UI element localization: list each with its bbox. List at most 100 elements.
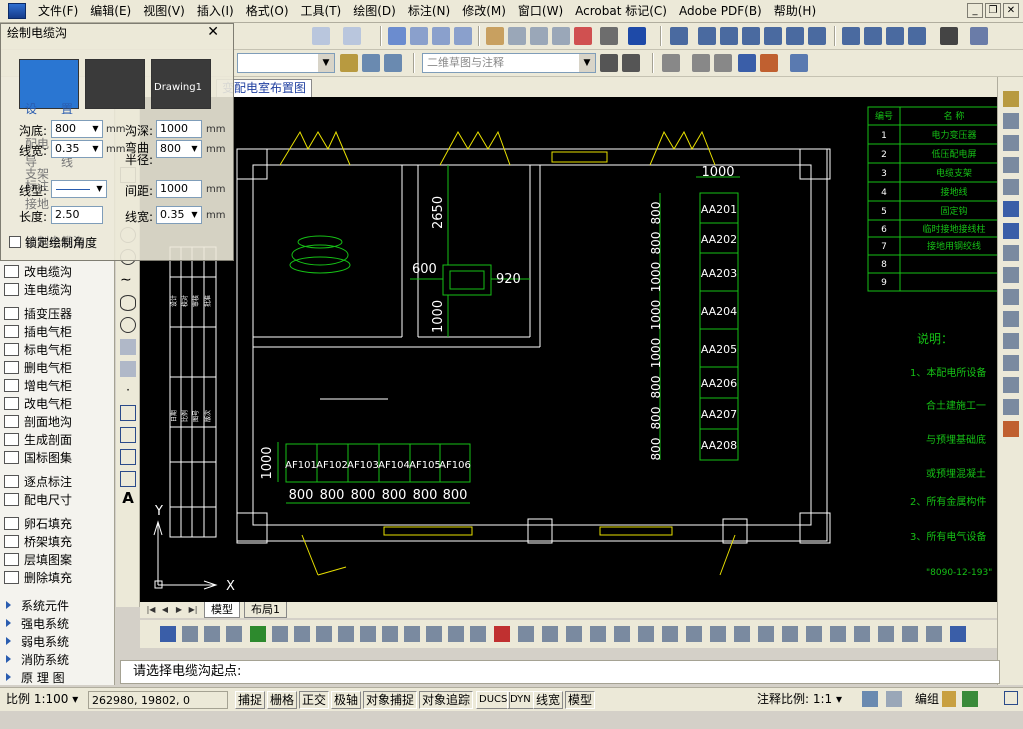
snap-endpoint-icon[interactable] bbox=[182, 626, 198, 642]
snap-grid-icon[interactable] bbox=[614, 626, 630, 642]
make-block-icon[interactable] bbox=[120, 361, 136, 377]
zoom-window-icon[interactable] bbox=[432, 27, 450, 45]
layer-properties-icon[interactable] bbox=[340, 54, 358, 72]
menu-edit[interactable]: 编辑(E) bbox=[84, 0, 137, 23]
snap-layout-icon[interactable] bbox=[854, 626, 870, 642]
line-width2-input[interactable]: 0.35 ▼ bbox=[156, 206, 202, 224]
panel-item-tray-fill[interactable]: 桥架填充 bbox=[4, 532, 72, 550]
polar-toggle[interactable]: 极轴 bbox=[331, 691, 362, 709]
fillet-icon[interactable] bbox=[1003, 399, 1019, 415]
depth-input[interactable]: 1000 bbox=[156, 120, 202, 138]
bottom-view-icon[interactable] bbox=[720, 27, 738, 45]
back-view-icon[interactable] bbox=[808, 27, 826, 45]
tray-settings-icon[interactable] bbox=[962, 691, 978, 707]
panel-item-modify-trench[interactable]: 改电缆沟 bbox=[4, 262, 72, 280]
top-view-icon[interactable] bbox=[698, 27, 716, 45]
close-button[interactable]: ✕ bbox=[1003, 3, 1019, 18]
camera-icon[interactable] bbox=[940, 27, 958, 45]
drawing-canvas[interactable]: 设计 校对 审核 批准 日期 比例 图号 版次 2650 600 920 100… bbox=[140, 97, 997, 602]
snap-field-icon[interactable] bbox=[686, 626, 702, 642]
lock-angle-checkbox[interactable] bbox=[9, 236, 21, 248]
zoom-realtime-icon[interactable] bbox=[410, 27, 428, 45]
help-icon[interactable] bbox=[628, 27, 646, 45]
menu-dimension[interactable]: 标注(N) bbox=[402, 0, 456, 23]
length-input[interactable]: 2.50 bbox=[51, 206, 103, 224]
snap-center-icon[interactable] bbox=[272, 626, 288, 642]
sheet-set-icon[interactable] bbox=[552, 27, 570, 45]
conceptual-icon[interactable] bbox=[760, 54, 778, 72]
erase-icon[interactable] bbox=[1003, 91, 1019, 107]
ellipse-arc-icon[interactable] bbox=[120, 317, 136, 333]
line-width-input[interactable]: 0.35 ▼ bbox=[51, 140, 103, 158]
restore-button[interactable]: ❐ bbox=[985, 3, 1001, 18]
mirror-icon[interactable] bbox=[1003, 135, 1019, 151]
snap-line-icon[interactable] bbox=[566, 626, 582, 642]
snap-image-icon[interactable] bbox=[782, 626, 798, 642]
panel-item-insert-cabinet[interactable]: 插电气柜 bbox=[4, 322, 72, 340]
snap-temp-track-icon[interactable] bbox=[518, 626, 534, 642]
scale-selector[interactable]: 比例 1:100 ▾ bbox=[6, 691, 78, 709]
menu-modify[interactable]: 修改(M) bbox=[456, 0, 512, 23]
bottom-width-input[interactable]: 800 ▼ bbox=[51, 120, 103, 138]
panel-item-section-trench[interactable]: 剖面地沟 bbox=[4, 412, 72, 430]
3d-wireframe-icon[interactable] bbox=[692, 54, 710, 72]
visual-styles-icon[interactable] bbox=[790, 54, 808, 72]
snap-publish-icon[interactable] bbox=[878, 626, 894, 642]
snap-node-icon[interactable] bbox=[404, 626, 420, 642]
rotate-icon[interactable] bbox=[1003, 223, 1019, 239]
pan-icon[interactable] bbox=[388, 27, 406, 45]
section-schematic[interactable]: 原 理 图 bbox=[6, 668, 65, 686]
trim-icon[interactable] bbox=[1003, 289, 1019, 305]
region-icon[interactable] bbox=[120, 449, 136, 465]
join-icon[interactable] bbox=[1003, 355, 1019, 371]
menu-tools[interactable]: 工具(T) bbox=[295, 0, 348, 23]
snap-from-icon[interactable] bbox=[160, 626, 176, 642]
panel-item-dist-dimension[interactable]: 配电尺寸 bbox=[4, 490, 72, 508]
snap-settings-icon[interactable] bbox=[494, 626, 510, 642]
insert-block-icon[interactable] bbox=[120, 339, 136, 355]
workspace-combo[interactable]: 二维草图与注释 ▼ bbox=[422, 53, 596, 73]
snap-stack-icon[interactable] bbox=[590, 626, 606, 642]
menu-draw[interactable]: 绘图(D) bbox=[347, 0, 402, 23]
snap-apparent-icon[interactable] bbox=[448, 626, 464, 642]
menu-help[interactable]: 帮助(H) bbox=[768, 0, 822, 23]
undo-icon[interactable] bbox=[312, 27, 330, 45]
panel-item-generate-section[interactable]: 生成剖面 bbox=[4, 430, 72, 448]
panel-item-layer-fill[interactable]: 层填图案 bbox=[4, 550, 72, 568]
section-fire-system[interactable]: 消防系统 bbox=[6, 650, 69, 668]
point-icon[interactable]: · bbox=[120, 383, 136, 399]
annotation-visibility-icon[interactable] bbox=[862, 691, 878, 707]
snap-midpoint-icon[interactable] bbox=[204, 626, 220, 642]
view-icon[interactable] bbox=[670, 27, 688, 45]
scale-icon[interactable] bbox=[1003, 245, 1019, 261]
explode-icon[interactable] bbox=[1003, 421, 1019, 437]
menu-adobe-pdf[interactable]: Adobe PDF(B) bbox=[673, 0, 768, 23]
realistic-icon[interactable] bbox=[738, 54, 756, 72]
command-line[interactable]: 请选择电缆沟起点: bbox=[120, 660, 1000, 684]
snap-nearest-icon[interactable] bbox=[426, 626, 442, 642]
dyn-toggle[interactable]: DYN bbox=[507, 691, 534, 709]
make-current-icon[interactable] bbox=[384, 54, 402, 72]
properties-icon[interactable] bbox=[486, 27, 504, 45]
minimize-button[interactable]: _ bbox=[967, 3, 983, 18]
trench-style-thumb-3[interactable]: Drawing1 bbox=[151, 59, 211, 109]
se-iso-icon[interactable] bbox=[864, 27, 882, 45]
snap-hyperlink-icon[interactable] bbox=[830, 626, 846, 642]
lineweight-toggle[interactable]: 线宽 bbox=[533, 691, 564, 709]
snap-toggle[interactable]: 捕捉 bbox=[235, 691, 266, 709]
snap-tangent-icon[interactable] bbox=[316, 626, 332, 642]
grid-toggle[interactable]: 栅格 bbox=[267, 691, 298, 709]
break-icon[interactable] bbox=[1003, 333, 1019, 349]
panel-item-delete-fill[interactable]: 删除填充 bbox=[4, 568, 72, 586]
menu-file[interactable]: 文件(F) bbox=[32, 0, 84, 23]
menu-format[interactable]: 格式(O) bbox=[240, 0, 295, 23]
mtext-icon[interactable]: A bbox=[120, 489, 136, 507]
snap-orbit-icon[interactable] bbox=[950, 626, 966, 642]
front-view-icon[interactable] bbox=[786, 27, 804, 45]
spacing-input[interactable]: 1000 bbox=[156, 180, 202, 198]
workspace-save-icon[interactable] bbox=[622, 54, 640, 72]
clean-screen-icon[interactable] bbox=[1004, 691, 1018, 705]
snap-3d-icon[interactable] bbox=[926, 626, 942, 642]
menu-window[interactable]: 窗口(W) bbox=[512, 0, 569, 23]
panel-item-delete-cabinet[interactable]: 删电气柜 bbox=[4, 358, 72, 376]
